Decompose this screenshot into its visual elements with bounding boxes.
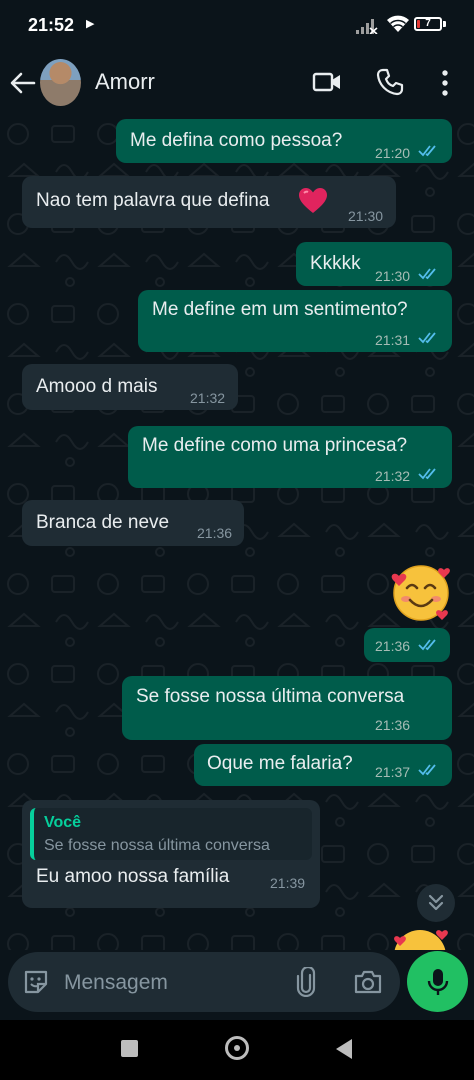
status-time: 21:52 [28, 15, 75, 35]
battery-level: 7 [425, 18, 431, 29]
double-chevron-down-icon [428, 894, 444, 911]
message-text: Eu amoo nossa família [36, 866, 230, 887]
home-circle-icon[interactable] [225, 1036, 249, 1060]
wifi-icon [387, 15, 409, 32]
play-icon: ▶ [86, 18, 95, 30]
read-ticks-icon [418, 639, 436, 651]
read-ticks-icon [418, 145, 436, 157]
message-outgoing[interactable]: Me defina como pessoa? 21:20 [116, 119, 452, 163]
message-incoming[interactable]: Branca de neve 21:36 [22, 500, 244, 546]
mic-icon [427, 969, 449, 995]
message-input[interactable] [62, 966, 286, 1000]
message-input-container[interactable] [8, 952, 400, 1012]
message-text: Nao tem palavra que defina [36, 190, 270, 211]
message-time: 21:36 [375, 638, 411, 654]
message-text: Se fosse nossa última conversa [136, 686, 405, 707]
scroll-to-bottom-button[interactable] [417, 884, 455, 922]
battery-icon: 7 [414, 17, 442, 31]
message-time: 21:32 [190, 390, 226, 406]
message-text: Amooo d mais [36, 376, 158, 397]
message-incoming[interactable]: Nao tem palavra que defina 21:30 [22, 176, 396, 228]
message-text: Me define como uma princesa? [142, 435, 408, 456]
attach-icon[interactable] [294, 967, 318, 997]
message-time: 21:32 [375, 468, 411, 484]
video-call-icon[interactable] [312, 70, 342, 94]
message-time: 21:31 [375, 332, 411, 348]
message-incoming-reply[interactable]: Você Se fosse nossa última conversa Eu a… [22, 800, 320, 908]
message-outgoing[interactable]: 21:36 [364, 628, 450, 662]
message-time: 21:30 [348, 208, 384, 224]
smiling-face-with-hearts-emoji [394, 930, 448, 950]
status-bar: 21:52 ▶ 7 [0, 0, 474, 52]
message-time: 21:39 [270, 875, 306, 891]
red-heart-emoji [299, 188, 327, 213]
read-ticks-icon [418, 468, 436, 480]
message-outgoing[interactable]: Oque me falaria? 21:37 [194, 744, 452, 786]
quoted-message[interactable]: Você Se fosse nossa última conversa [30, 808, 312, 860]
recents-square-icon[interactable] [121, 1040, 138, 1057]
message-outgoing[interactable]: Me define em um sentimento? 21:31 [138, 290, 452, 352]
read-ticks-icon [418, 268, 436, 280]
message-text: Me defina como pessoa? [130, 130, 343, 151]
phone-icon[interactable] [376, 68, 404, 96]
message-time: 21:36 [375, 717, 411, 733]
message-outgoing[interactable]: Kkkkk 21:30 [296, 242, 452, 286]
camera-icon[interactable] [353, 969, 383, 995]
message-time: 21:37 [375, 764, 411, 780]
more-vert-icon[interactable] [436, 69, 454, 97]
message-list[interactable]: Me defina como pessoa? 21:20 Nao tem pal… [0, 114, 474, 950]
read-ticks-icon [418, 332, 436, 344]
smiling-face-with-hearts-emoji[interactable] [390, 562, 452, 622]
message-text: Me define em um sentimento? [152, 299, 408, 320]
sticker-icon[interactable] [22, 968, 50, 996]
back-arrow-icon[interactable] [8, 69, 38, 97]
message-text: Branca de neve [36, 512, 170, 533]
read-ticks-icon [418, 764, 436, 776]
battery-tip [443, 21, 446, 27]
message-time: 21:20 [375, 145, 411, 161]
avatar[interactable] [40, 59, 81, 106]
chat-header: Amorr [0, 52, 474, 114]
message-time: 21:30 [375, 268, 411, 284]
contact-name[interactable]: Amorr [95, 69, 155, 95]
quote-text: Se fosse nossa última conversa [44, 837, 270, 854]
message-text: Oque me falaria? [207, 753, 353, 774]
quote-author: Você [44, 814, 82, 831]
system-navigation-bar [0, 1020, 474, 1080]
mic-button[interactable] [407, 951, 468, 1012]
back-triangle-icon[interactable] [334, 1038, 354, 1060]
message-time: 21:36 [197, 525, 233, 541]
signal-icon [356, 19, 378, 34]
compose-bar [0, 950, 474, 1020]
message-outgoing[interactable]: Se fosse nossa última conversa 21:36 [122, 676, 452, 740]
message-outgoing[interactable]: Me define como uma princesa? 21:32 [128, 426, 452, 488]
message-text: Kkkkk [310, 253, 361, 274]
message-incoming[interactable]: Amooo d mais 21:32 [22, 364, 238, 410]
